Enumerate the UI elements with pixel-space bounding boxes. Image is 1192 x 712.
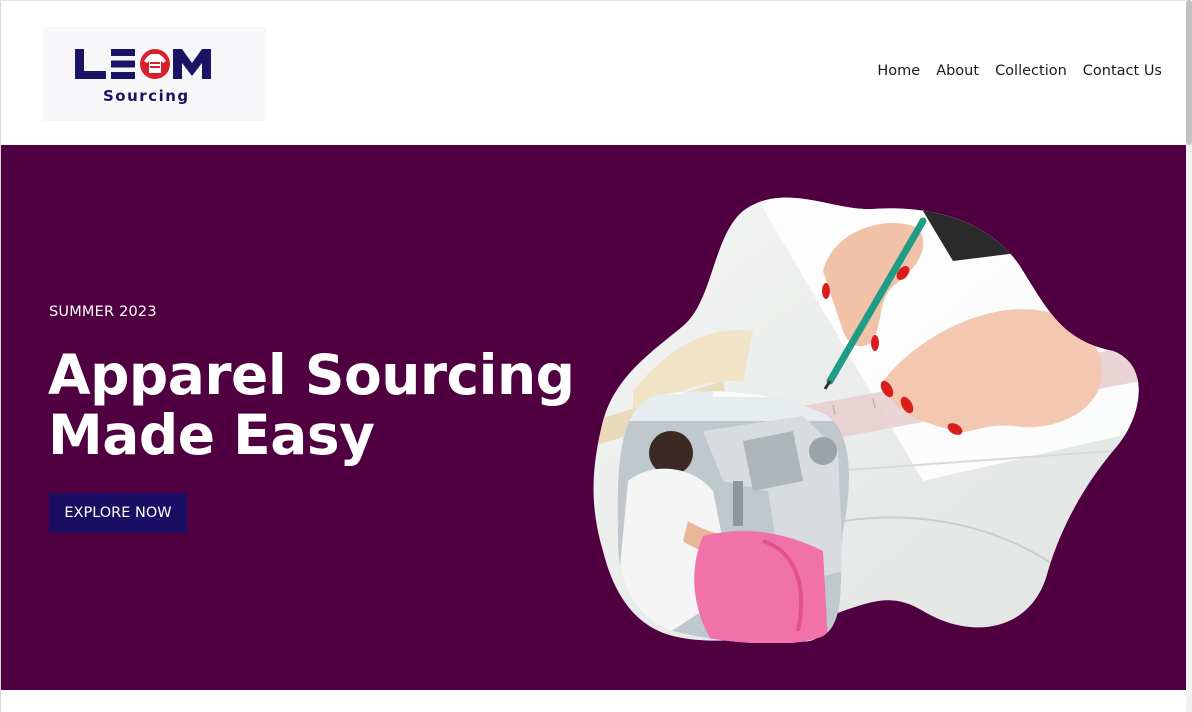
hero-image-blob xyxy=(593,197,1139,643)
nav-collection[interactable]: Collection xyxy=(995,63,1067,79)
nav-contact-us[interactable]: Contact Us xyxy=(1083,63,1162,79)
hero-headline: Apparel Sourcing Made Easy xyxy=(48,345,608,465)
logo-wordmark xyxy=(75,49,211,79)
hero-headline-line-2: Made Easy xyxy=(48,403,375,467)
scrollbar-thumb[interactable] xyxy=(1186,0,1192,145)
main-nav: Home About Collection Contact Us xyxy=(877,63,1162,79)
nav-home[interactable]: Home xyxy=(877,63,920,79)
scrollbar[interactable] xyxy=(1186,0,1192,712)
below-fold-area xyxy=(1,690,1186,712)
logo[interactable]: Sourcing xyxy=(43,27,266,121)
shirt-icon xyxy=(140,49,170,79)
logo-subtitle: Sourcing xyxy=(103,87,190,105)
hero-headline-line-1: Apparel Sourcing xyxy=(48,343,575,407)
hero-eyebrow: SUMMER 2023 xyxy=(49,304,157,320)
site-header: Sourcing Home About Collection Contact U… xyxy=(1,1,1186,145)
hero-section: SUMMER 2023 Apparel Sourcing Made Easy E… xyxy=(1,145,1186,690)
explore-now-button[interactable]: EXPLORE NOW xyxy=(49,493,187,533)
nav-about[interactable]: About xyxy=(936,63,979,79)
